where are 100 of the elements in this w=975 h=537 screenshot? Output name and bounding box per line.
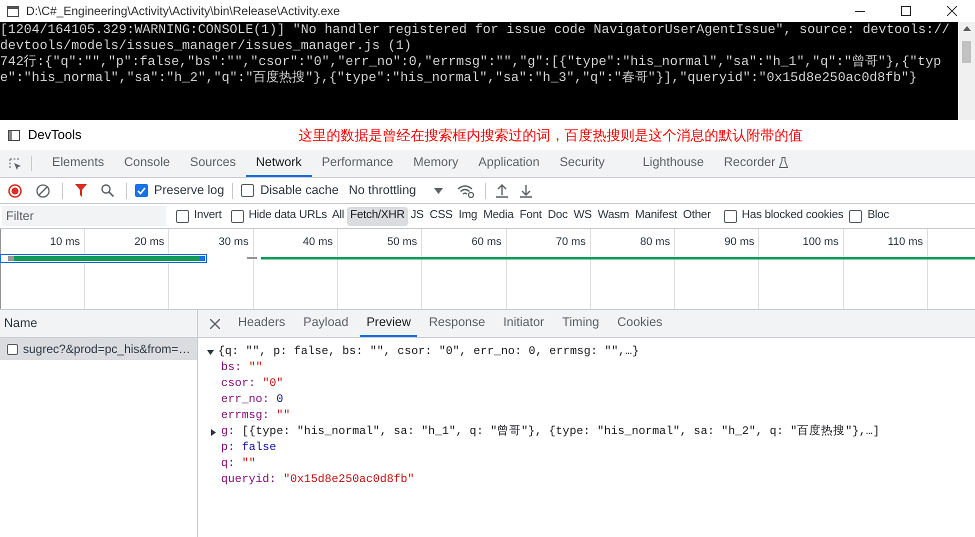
tab[interactable]: Memory	[403, 150, 468, 177]
type-filter[interactable]: JS	[408, 206, 427, 226]
download-icon[interactable]	[520, 184, 532, 198]
property-value: ""	[242, 456, 256, 472]
maximize-icon	[901, 6, 911, 16]
window-title: D:\C#_Engineering\Activity\Activity\bin\Release\Activity.exe	[26, 3, 340, 20]
close-icon	[947, 6, 957, 16]
type-filter[interactable]: Fetch/XHR	[347, 206, 408, 226]
upload-icon[interactable]	[496, 184, 508, 198]
type-filter[interactable]: WS	[570, 206, 595, 226]
tab[interactable]: Payload	[297, 310, 354, 337]
property-key: q:	[221, 456, 235, 472]
console-line: [1204/164105.329:WARNING:CONSOLE(1)] "No handler registered for issue code NavigatorUserAgentIssue", source: devtools://	[0, 22, 951, 38]
dropdown-caret-icon	[434, 188, 444, 194]
object-summary: {q: "", p: false, bs: "", csor: "0", err_no: 0, errmsg: "",…}	[218, 344, 639, 360]
tab[interactable]: Performance	[312, 150, 404, 177]
checkbox[interactable]	[724, 210, 737, 222]
property-value: [{type: "his_normal", sa: "h_1", q: "曾哥"}, {type: "his_normal", sa: "h_2", q: "百度热搜"},…]	[242, 424, 880, 440]
property-value: ""	[248, 360, 263, 376]
checkbox[interactable]	[135, 184, 148, 197]
network-conditions-icon[interactable]	[457, 184, 476, 198]
request-row[interactable]: sugrec?&prod=pc_his&from=…	[0, 338, 197, 360]
type-filter[interactable]: All	[328, 206, 348, 226]
tick-label: 10 ms	[49, 235, 80, 250]
search-icon[interactable]	[101, 184, 114, 197]
scrollbar[interactable]	[958, 22, 975, 120]
type-filter[interactable]: CSS	[426, 206, 456, 226]
property-key: queryid:	[221, 472, 276, 488]
tick-label: 50 ms	[386, 235, 418, 250]
filter-field[interactable]: Filter	[2, 206, 166, 226]
inspect-element-icon[interactable]	[9, 158, 22, 171]
checkbox[interactable]	[241, 184, 254, 197]
flask-icon	[779, 157, 788, 168]
type-filter[interactable]: Manifest	[632, 206, 680, 226]
property-value: 0	[276, 392, 284, 408]
checkbox[interactable]	[176, 210, 189, 222]
request-name: sugrec?&prod=pc_his&from=…	[23, 341, 190, 358]
type-filter[interactable]: Media	[480, 206, 517, 226]
type-filter[interactable]: Other	[680, 206, 714, 226]
tick-label: 70 ms	[554, 235, 586, 250]
property-key: g:	[221, 424, 235, 440]
tab[interactable]: Sources	[180, 150, 246, 177]
checkbox[interactable]	[849, 210, 862, 222]
devtools-window-icon	[8, 130, 20, 140]
scrollbar-thumb[interactable]	[962, 41, 971, 63]
tick-label: 110 ms	[886, 235, 923, 250]
checkbox-label: Invert	[194, 208, 222, 224]
tick-label: 80 ms	[639, 235, 670, 250]
tick-label: 40 ms	[302, 235, 333, 250]
tab[interactable]: Timing	[556, 310, 606, 337]
close-icon	[210, 318, 220, 328]
property-value: false	[242, 440, 276, 456]
window-title: DevTools	[28, 126, 82, 144]
type-filter[interactable]: Wasm	[594, 206, 632, 226]
scroll-up-icon	[962, 26, 970, 31]
console-line: devtools/models/issues_manager/issues_manager.js (1)	[0, 38, 413, 54]
property-value: ""	[276, 408, 290, 424]
record-stop-icon[interactable]	[8, 184, 22, 198]
tab[interactable]: Console	[114, 150, 180, 177]
filter-icon[interactable]	[75, 184, 87, 197]
tab[interactable]: Recorder	[714, 150, 798, 177]
type-filter[interactable]: Img	[456, 206, 480, 226]
type-filter[interactable]: Doc	[544, 206, 571, 226]
console-line: 742行:{"q":"","p":false,"bs":"","csor":"0","err_no":0,"errmsg":"","g":[{"type":"his_normal","sa":"h_1","q":"曾哥"},{"typ	[0, 54, 942, 70]
property-value: "0x15d8e250ac0d8fb"	[283, 472, 414, 488]
property-value: "0"	[262, 376, 284, 392]
property-key: csor:	[221, 376, 256, 392]
tab[interactable]: Response	[422, 310, 492, 337]
type-filter[interactable]: Font	[516, 206, 545, 226]
checkbox-label: Hide data URLs	[248, 208, 327, 224]
checkbox-label: Preserve log	[154, 182, 224, 200]
tab[interactable]: Initiator	[497, 310, 550, 337]
clear-icon[interactable]	[36, 184, 50, 198]
property-key: err_no:	[221, 392, 270, 408]
collapsed-triangle-icon[interactable]	[210, 428, 217, 436]
minimize-icon	[855, 10, 865, 12]
tab[interactable]: Security	[550, 150, 615, 177]
tick-label: 60 ms	[470, 235, 502, 250]
tick-label: 30 ms	[218, 235, 249, 250]
checkbox-label: Has blocked cookies	[742, 208, 844, 224]
property-key: p:	[221, 440, 235, 456]
request-icon	[7, 344, 18, 354]
property-key: bs:	[221, 360, 242, 376]
tab[interactable]: Elements	[42, 150, 114, 177]
throttling-dropdown[interactable]: No throttling	[348, 181, 444, 200]
checkbox[interactable]	[230, 210, 244, 222]
column-header[interactable]: Name	[4, 314, 38, 333]
tab[interactable]: Preview	[360, 310, 417, 337]
tick-label: 90 ms	[723, 235, 754, 250]
checkbox-label: Disable cache	[260, 182, 339, 200]
console-line: e":"his_normal","sa":"h_2","q":"百度热搜"},{"type":"his_normal","sa":"h_3","q":"春哥"}],"queryid":"0x15d8e250ac0d8fb"}	[0, 70, 918, 86]
tab[interactable]: Cookies	[611, 310, 668, 337]
console-window-icon	[7, 6, 19, 16]
tick-label: 20 ms	[133, 235, 164, 250]
checkbox-label: Bloc	[867, 208, 890, 224]
tab[interactable]: Headers	[232, 310, 292, 337]
expanded-triangle-icon[interactable]	[207, 348, 214, 356]
tab[interactable]: Lighthouse	[632, 150, 714, 177]
tab[interactable]: Application	[468, 150, 550, 177]
property-key: errmsg:	[221, 408, 270, 424]
